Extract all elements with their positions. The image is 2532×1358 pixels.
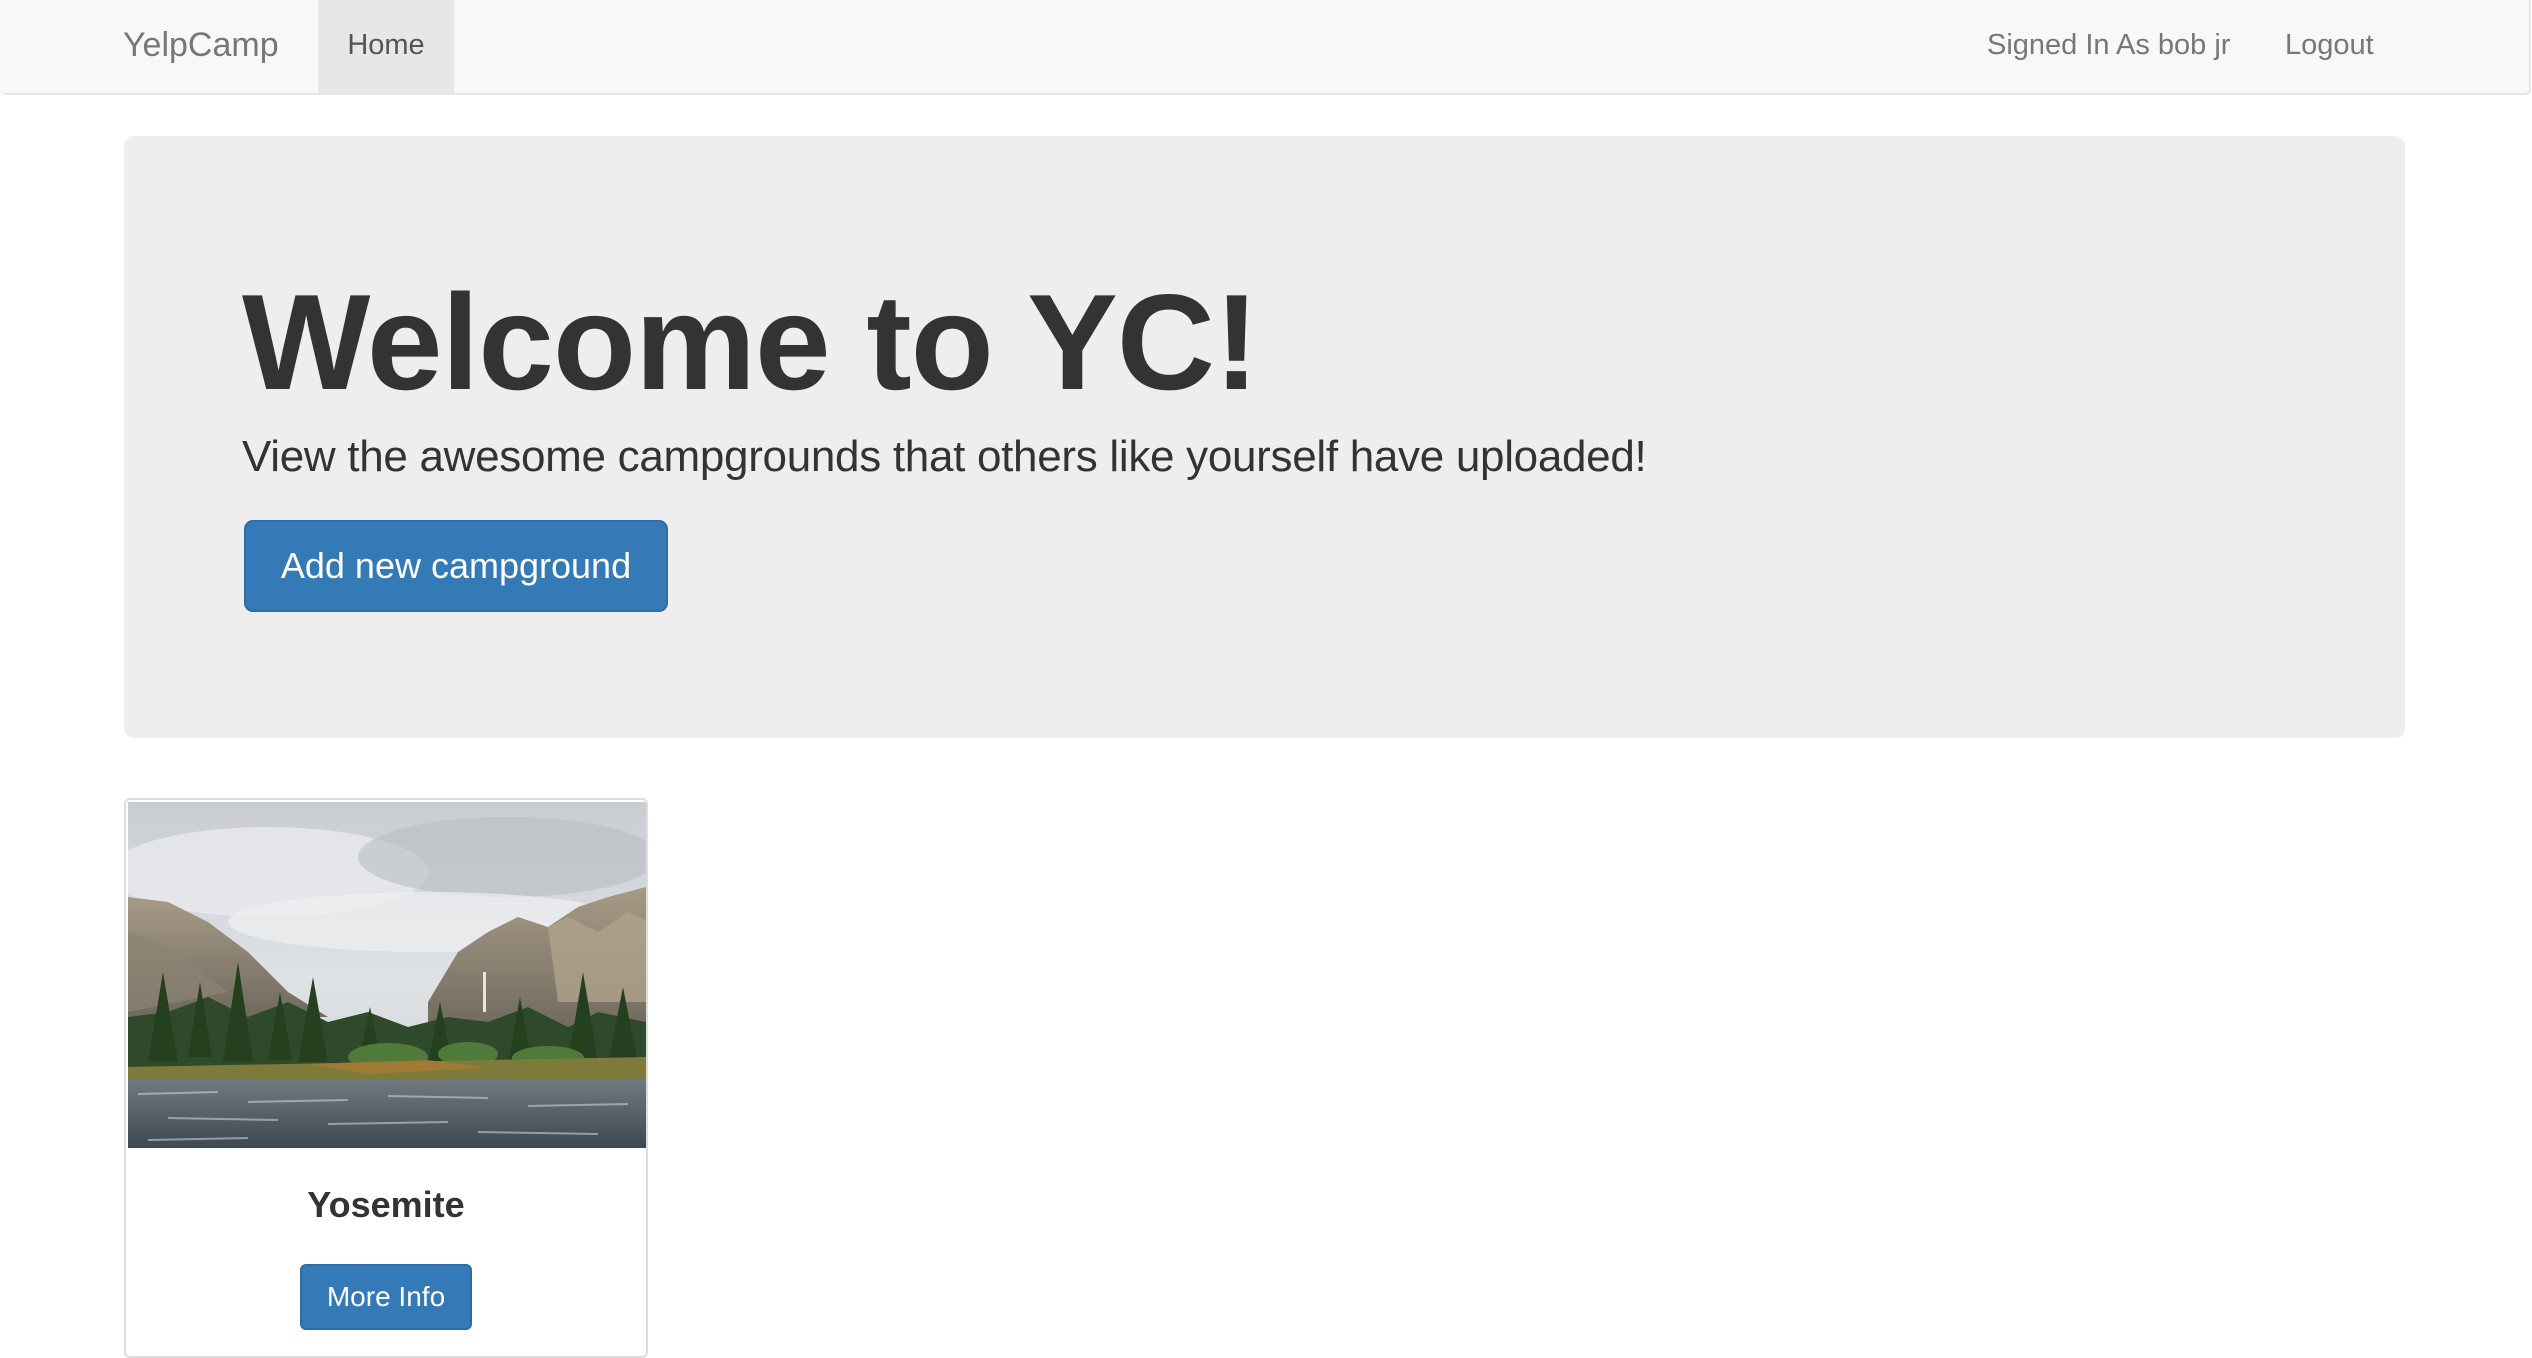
navbar: YelpCamp Home Signed In As bob jr Logout [0,0,2531,95]
page-title: Welcome to YC! [242,266,1259,418]
campground-name: Yosemite [307,1184,465,1225]
campground-image [128,802,646,1148]
add-campground-button[interactable]: Add new campground [244,520,668,612]
nav-home-link[interactable]: Home [318,0,454,93]
jumbotron: Welcome to YC! View the awesome campgrou… [124,136,2405,738]
logout-link[interactable]: Logout [2285,0,2374,93]
campground-card: Yosemite More Info [124,798,648,1358]
page-subtitle: View the awesome campgrounds that others… [242,432,1647,481]
signed-in-user-link[interactable]: Signed In As bob jr [1987,0,2230,93]
brand-link[interactable]: YelpCamp [123,0,279,93]
more-info-button[interactable]: More Info [300,1264,472,1330]
